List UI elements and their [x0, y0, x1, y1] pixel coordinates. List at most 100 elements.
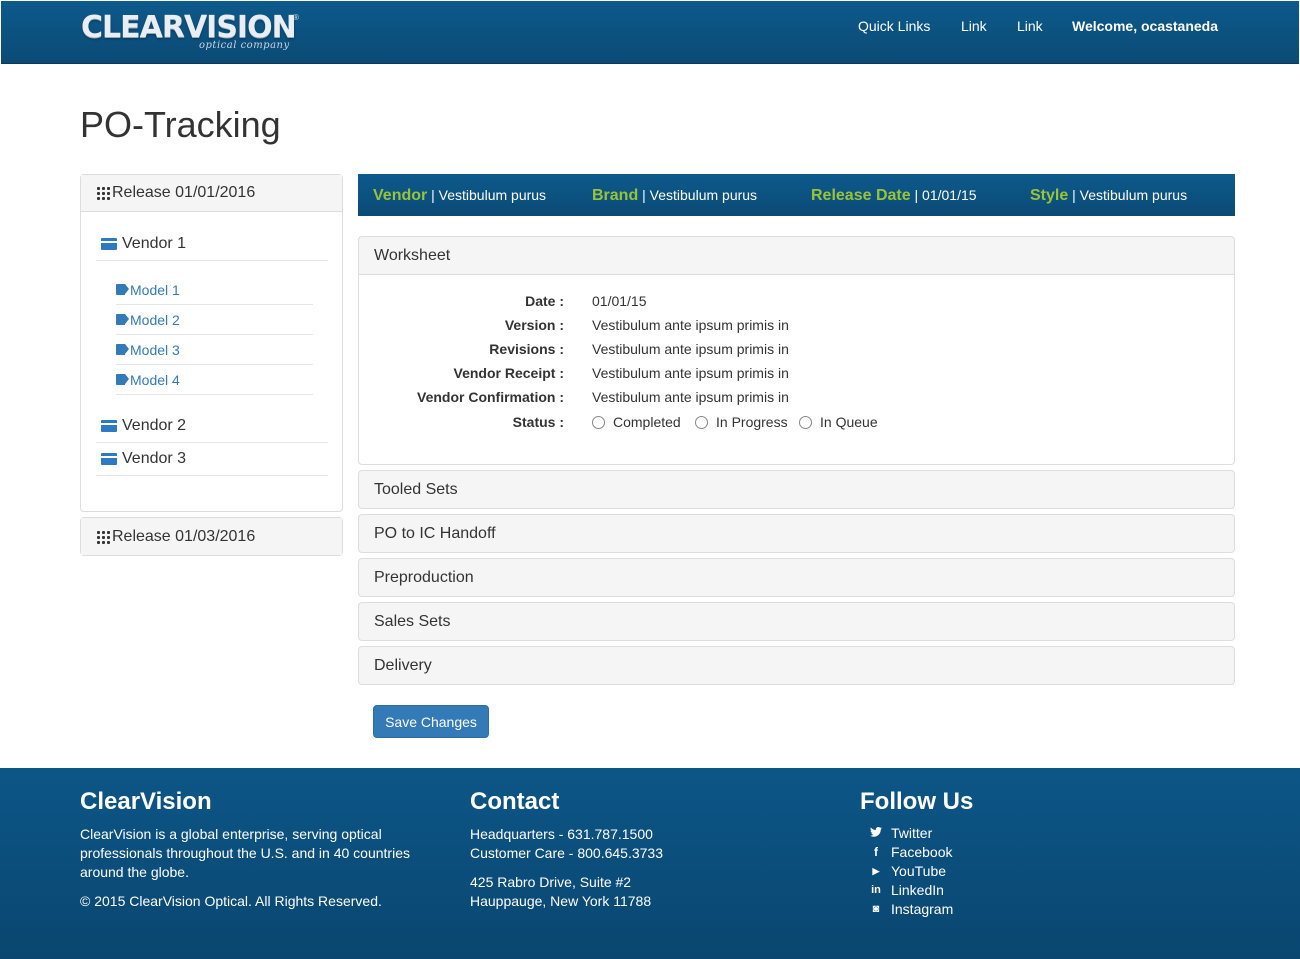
clearvision-logo[interactable]: CLEARVISION ® optical company	[81, 11, 301, 55]
field-label-vendor-confirmation: Vendor Confirmation :	[417, 389, 564, 405]
status-radio-group: Completed In Progress In Queue	[592, 414, 992, 434]
credit-card-icon	[101, 238, 117, 250]
model-label: Model 2	[130, 311, 180, 328]
worksheet-header[interactable]: Worksheet	[359, 237, 1234, 275]
save-changes-button[interactable]: Save Changes	[373, 705, 489, 738]
credit-card-icon	[101, 453, 117, 465]
section-sales-sets[interactable]: Sales Sets	[358, 602, 1235, 641]
radio-label: In Progress	[716, 414, 788, 430]
social-label: LinkedIn	[891, 882, 944, 898]
nav-link-1[interactable]: Link	[961, 18, 987, 34]
info-key: Release Date	[811, 187, 911, 204]
page-title: PO-Tracking	[80, 104, 281, 145]
social-link-facebook[interactable]: f Facebook	[870, 844, 952, 860]
vendor-label: Vendor 2	[122, 417, 187, 434]
social-label: Twitter	[891, 825, 933, 841]
footer-contact-title: Contact	[470, 788, 560, 815]
radio-button[interactable]	[799, 415, 812, 429]
release-panel-2: Release 01/03/2016	[80, 517, 343, 556]
social-label: Facebook	[891, 844, 953, 860]
user-welcome-menu[interactable]: Welcome, ocastaneda	[1072, 18, 1218, 34]
release-header-2[interactable]: Release 01/03/2016	[81, 518, 342, 555]
info-value: Vestibulum purus	[1079, 187, 1188, 203]
nav-link-quick-links[interactable]: Quick Links	[858, 18, 930, 34]
section-po-to-ic-handoff[interactable]: PO to IC Handoff	[358, 514, 1235, 553]
section-delivery[interactable]: Delivery	[358, 646, 1235, 685]
social-link-instagram[interactable]: ◙ Instagram	[870, 901, 954, 917]
social-label: YouTube	[891, 863, 947, 879]
nav-link-2[interactable]: Link	[1017, 18, 1043, 34]
social-link-linkedin[interactable]: in LinkedIn	[870, 882, 944, 898]
tag-icon	[116, 344, 129, 355]
sidebar-item-vendor-3[interactable]: Vendor 3	[96, 443, 328, 476]
tag-icon	[116, 314, 129, 325]
field-label-date: Date :	[525, 293, 564, 309]
info-brand: Brand | Vestibulum purus	[592, 187, 758, 204]
sidebar-item-model-4[interactable]: Model 4	[116, 365, 313, 395]
sidebar-item-vendor-1[interactable]: Vendor 1	[96, 228, 328, 261]
radio-label: In Queue	[820, 414, 878, 430]
model-label: Model 4	[130, 371, 180, 388]
vendor-label: Vendor 3	[122, 450, 187, 467]
social-link-youtube[interactable]: ▶ YouTube	[870, 863, 946, 879]
sidebar-item-model-1[interactable]: Model 1	[116, 275, 313, 305]
footer-copyright: © 2015 ClearVision Optical. All Rights R…	[80, 893, 382, 909]
model-label: Model 3	[130, 341, 180, 358]
footer-about-line-2: professionals throughout the U.S. and in…	[80, 845, 410, 861]
field-label-version: Version :	[504, 317, 564, 333]
footer: ClearVision ClearVision is a global ente…	[0, 768, 1300, 959]
worksheet-panel: Worksheet Date : 01/01/15 Version : Vest…	[358, 236, 1235, 465]
credit-card-icon	[101, 420, 117, 432]
sidebar-item-vendor-2[interactable]: Vendor 2	[96, 410, 328, 443]
section-tooled-sets[interactable]: Tooled Sets	[358, 470, 1235, 509]
field-label-revisions: Revisions :	[489, 341, 564, 357]
section-header: Tooled Sets	[374, 481, 458, 498]
footer-headquarters: Headquarters - 631.787.1500	[470, 826, 653, 842]
field-label-vendor-receipt: Vendor Receipt :	[453, 365, 564, 381]
info-vendor: Vendor | Vestibulum purus	[373, 187, 547, 204]
section-preproduction[interactable]: Preproduction	[358, 558, 1235, 597]
status-radio-in-queue[interactable]: In Queue	[799, 414, 878, 430]
social-label: Instagram	[891, 901, 954, 917]
logo-registered-mark: ®	[293, 13, 299, 22]
info-value: 01/01/15	[922, 187, 977, 203]
status-radio-completed[interactable]: Completed	[592, 414, 681, 430]
tag-icon	[116, 374, 129, 385]
facebook-icon: f	[874, 845, 878, 859]
radio-button[interactable]	[592, 415, 605, 429]
field-value-date: 01/01/15	[592, 293, 647, 309]
footer-customer-care: Customer Care - 800.645.3733	[470, 845, 663, 861]
social-link-twitter[interactable]: Twitter	[870, 825, 932, 841]
footer-about-title: ClearVision	[80, 788, 212, 815]
field-value-revisions: Vestibulum ante ipsum primis in	[592, 341, 789, 357]
info-key: Brand	[592, 187, 639, 204]
field-value-vendor-receipt: Vestibulum ante ipsum primis in	[592, 365, 789, 381]
section-header: Preproduction	[374, 569, 474, 586]
section-header: Sales Sets	[374, 613, 451, 630]
release-label: Release 01/01/2016	[112, 184, 256, 201]
twitter-icon	[870, 826, 882, 840]
field-value-version: Vestibulum ante ipsum primis in	[592, 317, 789, 333]
logo-subtitle: optical company	[199, 40, 290, 51]
field-label-status: Status :	[512, 414, 564, 430]
footer-about-line-3: around the globe.	[80, 864, 189, 880]
release-label: Release 01/03/2016	[112, 527, 256, 545]
footer-about-line-1: ClearVision is a global enterprise, serv…	[80, 826, 382, 842]
info-release-date: Release Date | 01/01/15	[811, 187, 977, 204]
info-key: Vendor	[373, 187, 428, 204]
vendor-label: Vendor 1	[122, 235, 187, 252]
footer-follow-title: Follow Us	[860, 788, 974, 815]
section-header: PO to IC Handoff	[374, 525, 496, 542]
worksheet-body: Date : 01/01/15 Version : Vestibulum ant…	[359, 274, 1234, 464]
status-radio-in-progress[interactable]: In Progress	[695, 414, 788, 430]
info-key: Style	[1030, 187, 1069, 204]
model-label: Model 1	[130, 281, 180, 298]
release-header-1[interactable]: Release 01/01/2016	[81, 175, 342, 212]
sidebar-item-model-3[interactable]: Model 3	[116, 335, 313, 365]
youtube-icon: ▶	[872, 865, 880, 876]
tag-icon	[116, 284, 129, 295]
worksheet-title: Worksheet	[374, 247, 451, 264]
radio-button[interactable]	[695, 415, 708, 429]
grid-icon	[96, 186, 111, 200]
sidebar-item-model-2[interactable]: Model 2	[116, 305, 313, 335]
